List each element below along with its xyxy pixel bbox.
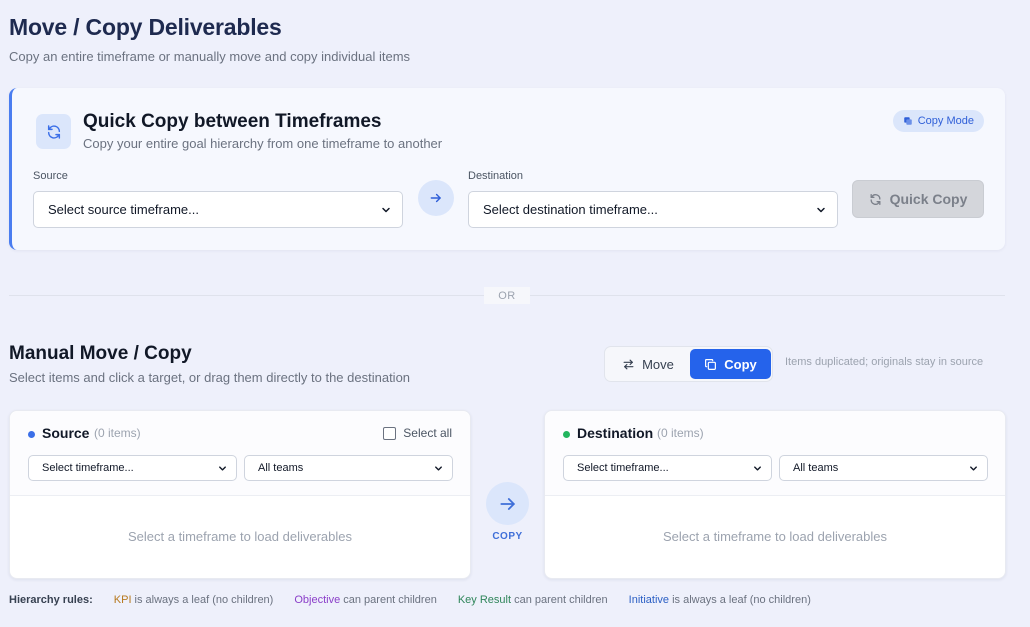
rule-initiative: Initiative is always a leaf (no children… <box>629 594 811 606</box>
source-empty-message: Select a timeframe to load deliverables <box>127 529 352 544</box>
source-timeframe-filter[interactable]: Select timeframe... <box>28 455 237 481</box>
source-dot <box>28 431 35 438</box>
source-team-filter[interactable]: All teams <box>244 455 453 481</box>
source-label: Source <box>33 170 68 182</box>
quick-copy-title: Quick Copy between Timeframes <box>83 111 382 132</box>
manual-section-description: Select items and click a target, or drag… <box>9 370 411 385</box>
hierarchy-rules-heading: Hierarchy rules: <box>9 594 93 606</box>
source-panel: Source (0 items) Select all Select timef… <box>9 410 471 579</box>
rule-type: KPI <box>113 594 132 606</box>
quick-copy-button[interactable]: Quick Copy <box>852 180 984 218</box>
copy-mode-badge: Copy Mode <box>892 110 984 132</box>
move-mode-label: Move <box>642 356 674 372</box>
destination-timeframe-select[interactable]: Select destination timeframe... <box>468 191 838 228</box>
rule-type: Key Result <box>457 594 512 606</box>
arrow-right-icon <box>499 497 515 510</box>
arrow-right-icon <box>418 180 454 216</box>
select-all-label: Select all <box>403 426 452 440</box>
rule-text: can parent children <box>340 594 437 606</box>
source-timeframe-value: Select source timeframe... <box>48 202 199 217</box>
chevron-down-icon <box>970 465 977 471</box>
chevron-down-icon <box>435 465 442 471</box>
hierarchy-rules: Hierarchy rules: KPI is always a leaf (n… <box>9 594 832 606</box>
source-team-filter-value: All teams <box>258 462 304 474</box>
copy-mode-label: Copy Mode <box>917 115 974 127</box>
destination-team-filter[interactable]: All teams <box>779 455 988 481</box>
source-item-count: (0 items) <box>94 426 141 440</box>
quick-copy-description: Copy your entire goal hierarchy from one… <box>83 136 443 151</box>
rule-objective: Objective can parent children <box>294 594 436 606</box>
quick-copy-card: Quick Copy between Timeframes Copy your … <box>9 88 1005 250</box>
page-title: Move / Copy Deliverables <box>9 14 282 40</box>
destination-team-filter-value: All teams <box>793 462 839 474</box>
refresh-icon <box>870 193 881 205</box>
chevron-down-icon <box>219 465 226 471</box>
destination-dot <box>563 431 570 438</box>
manual-section-title: Manual Move / Copy <box>9 343 192 364</box>
copy-icon <box>903 117 912 125</box>
chevron-down-icon <box>754 465 761 471</box>
destination-item-count: (0 items) <box>657 426 704 440</box>
copy-icon <box>705 358 717 370</box>
destination-panel-header: Destination (0 items) Select timeframe..… <box>545 411 1005 496</box>
destination-panel: Destination (0 items) Select timeframe..… <box>544 410 1006 579</box>
copy-mode-label: Copy <box>724 356 757 372</box>
rule-text: is always a leaf (no children) <box>131 594 274 606</box>
refresh-icon <box>36 114 71 149</box>
rule-type: Objective <box>294 594 341 606</box>
mode-hint: Items duplicated; originals stay in sour… <box>785 356 984 368</box>
destination-timeframe-filter[interactable]: Select timeframe... <box>563 455 772 481</box>
or-label: OR <box>484 287 530 304</box>
destination-timeframe-filter-value: Select timeframe... <box>577 462 669 474</box>
destination-label: Destination <box>468 170 524 182</box>
quick-copy-button-label: Quick Copy <box>889 191 968 207</box>
mode-toggle: Move Copy <box>604 346 773 382</box>
rule-key-result: Key Result can parent children <box>458 594 608 606</box>
rule-type: Initiative <box>628 594 670 606</box>
destination-empty-message: Select a timeframe to load deliverables <box>662 529 887 544</box>
rule-kpi: KPI is always a leaf (no children) <box>114 594 274 606</box>
destination-timeframe-value: Select destination timeframe... <box>483 202 658 217</box>
destination-panel-title: Destination <box>577 425 654 441</box>
swap-icon <box>623 359 634 369</box>
move-mode-button[interactable]: Move <box>607 349 689 379</box>
source-timeframe-select[interactable]: Select source timeframe... <box>33 191 403 228</box>
copy-mode-button[interactable]: Copy <box>690 349 771 379</box>
page-subtitle: Copy an entire timeframe or manually mov… <box>9 49 411 64</box>
source-panel-title: Source <box>42 425 90 441</box>
chevron-down-icon <box>382 207 390 212</box>
copy-action-label: COPY <box>492 531 523 542</box>
select-all-checkbox[interactable]: Select all <box>383 426 452 440</box>
source-panel-header: Source (0 items) Select all Select timef… <box>10 411 470 496</box>
source-timeframe-filter-value: Select timeframe... <box>42 462 134 474</box>
checkbox[interactable] <box>383 426 397 440</box>
chevron-down-icon <box>817 207 825 212</box>
rule-text: can parent children <box>511 594 608 606</box>
copy-action-button[interactable] <box>486 482 529 525</box>
rule-text: is always a leaf (no children) <box>669 594 811 606</box>
